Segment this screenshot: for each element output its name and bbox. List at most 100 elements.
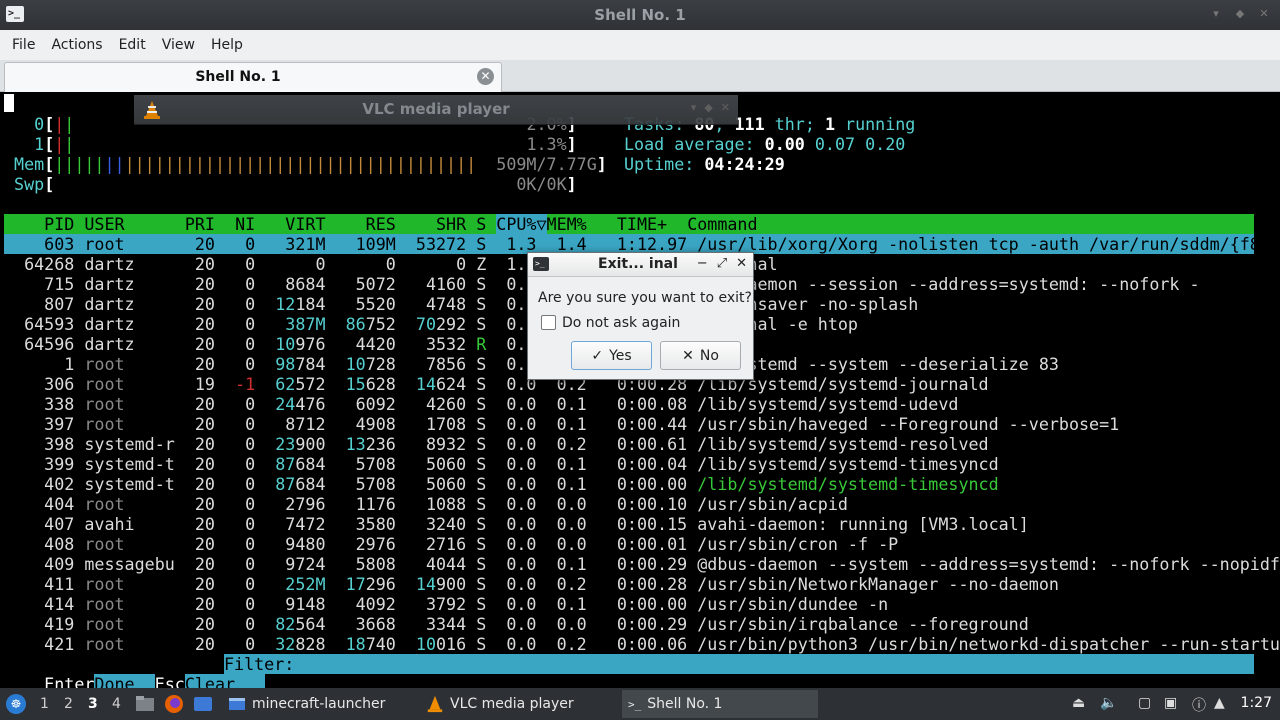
column-header-shr[interactable]: SHR: [406, 214, 476, 234]
table-row[interactable]: 409 messagebu 20 0 9724 5808 4044 S 0.0 …: [4, 554, 1280, 574]
table-row[interactable]: 419 root 20 0 82564 3668 3344 S 0.0 0.0 …: [4, 614, 1029, 634]
clock[interactable]: 1:27: [1241, 695, 1272, 711]
task-minecraft-launcher[interactable]: minecraft-launcher: [222, 690, 412, 718]
do-not-ask-checkbox[interactable]: [541, 315, 556, 330]
desktop-icon[interactable]: [192, 693, 214, 715]
cell-time: 0:00.00: [596, 474, 698, 494]
close-icon[interactable]: ✕: [1256, 6, 1272, 22]
terminal-area[interactable]: 0[|| 2.0%] 1[|| 1.3%] Mem[||||||||||||||…: [0, 92, 1280, 688]
vlc-close-icon[interactable]: ✕: [721, 101, 730, 114]
cell-res: 17296: [335, 574, 406, 594]
process-table-header[interactable]: PID USER PRI NI VIRT RES SHR S CPU%▽MEM%…: [4, 214, 1254, 234]
table-row[interactable]: 411 root 20 0 252M 17296 14900 S 0.0 0.2…: [4, 574, 1059, 594]
cell-virt: 9724: [265, 554, 336, 574]
filter-input[interactable]: Filter:: [224, 654, 1254, 674]
table-row[interactable]: 414 root 20 0 9148 4092 3792 S 0.0 0.1 0…: [4, 594, 888, 614]
dialog-titlebar[interactable]: >_ Exit... inal − ⤢ ✕: [528, 253, 753, 277]
column-header-pid[interactable]: PID: [4, 214, 84, 234]
dialog-close-icon[interactable]: ✕: [736, 256, 747, 271]
footer-esc-key: Esc: [154, 674, 185, 688]
workspace-3[interactable]: 3: [88, 696, 98, 712]
column-header-virt[interactable]: VIRT: [265, 214, 335, 234]
cell-time: 0:00.06: [596, 634, 698, 654]
cell-pri: 20: [184, 334, 226, 354]
cell-shr: 7856: [405, 354, 477, 374]
table-row[interactable]: 338 root 20 0 24476 6092 4260 S 0.0 0.1 …: [4, 394, 958, 414]
workspace-4[interactable]: 4: [112, 696, 121, 712]
task-shell[interactable]: >_ Shell No. 1: [622, 690, 818, 718]
tray-expand-icon[interactable]: ⏏: [1072, 695, 1085, 711]
table-row[interactable]: 402 systemd-t 20 0 87684 5708 5060 S 0.0…: [4, 474, 998, 494]
menu-actions[interactable]: Actions: [43, 30, 110, 60]
no-button[interactable]: ✕ No: [660, 341, 741, 370]
table-row[interactable]: 408 root 20 0 9480 2976 2716 S 0.0 0.0 0…: [4, 534, 898, 554]
cell-virt: 9148: [265, 594, 336, 614]
table-row[interactable]: 397 root 20 0 8712 4908 1708 S 0.0 0.1 0…: [4, 414, 1119, 434]
column-header-user[interactable]: USER: [84, 214, 184, 234]
maximize-icon[interactable]: ◆: [1232, 6, 1248, 22]
cell-virt: 98784: [265, 354, 336, 374]
column-header-time+[interactable]: TIME+: [607, 214, 687, 234]
volume-icon[interactable]: 🔈: [1100, 695, 1117, 711]
table-row-selected[interactable]: 603 root 20 0 321M 109M 53272 S 1.3 1.4 …: [4, 234, 1280, 254]
table-row[interactable]: 306 root 19 -1 62572 15628 14624 S 0.0 0…: [4, 374, 988, 394]
menu-file[interactable]: File: [4, 30, 43, 60]
task-vlc[interactable]: VLC media player: [420, 690, 616, 718]
column-header-command[interactable]: Command: [687, 214, 757, 234]
tab-shell-1[interactable]: Shell No. 1 ✕: [4, 62, 502, 92]
column-header-mem[interactable]: MEM%: [547, 214, 607, 234]
table-row[interactable]: 399 systemd-t 20 0 87684 5708 5060 S 0.0…: [4, 454, 998, 474]
cell-s: S: [476, 534, 497, 554]
tab-close-icon[interactable]: ✕: [477, 68, 494, 85]
workspace-1[interactable]: 1: [40, 696, 49, 712]
dialog-maximize-icon[interactable]: ⤢: [717, 256, 727, 271]
cell-cpu: 0.0: [496, 454, 547, 474]
column-header-s[interactable]: S: [476, 214, 496, 234]
cell-res: 109M: [335, 234, 406, 254]
network-icon[interactable]: ▣: [1164, 695, 1177, 711]
vlc-minimize-icon[interactable]: ▾: [691, 101, 697, 114]
table-row[interactable]: 407 avahi 20 0 7472 3580 3240 S 0.0 0.0 …: [4, 514, 1029, 534]
cell-cpu: 0.0: [496, 574, 547, 594]
cell-cmd: avahi-daemon: running [VM3.local]: [697, 514, 1029, 534]
cell-pid: 419: [4, 614, 85, 634]
cell-res: 3668: [335, 614, 406, 634]
vlc-window-titlebar[interactable]: VLC media player ▾ ◆ ✕: [134, 95, 738, 125]
column-header-pri[interactable]: PRI: [185, 214, 225, 234]
cell-mem: 0.1: [546, 474, 597, 494]
yes-button[interactable]: ✓ Yes: [571, 341, 652, 370]
start-menu-icon[interactable]: ☸: [6, 694, 26, 714]
cell-pid: 402: [4, 474, 85, 494]
window-titlebar[interactable]: >_ Shell No. 1 ▾ ◆ ✕: [0, 0, 1280, 30]
firefox-icon[interactable]: [163, 693, 185, 715]
notification-icon[interactable]: ⓘ: [1192, 695, 1206, 715]
check-icon: ✓: [591, 347, 604, 364]
column-header-res[interactable]: RES: [336, 214, 406, 234]
column-header-ni[interactable]: NI: [225, 214, 265, 234]
dialog-minimize-icon[interactable]: −: [697, 256, 708, 271]
cell-time: 0:00.04: [596, 454, 698, 474]
vlc-maximize-icon[interactable]: ◆: [704, 101, 712, 114]
menu-help[interactable]: Help: [203, 30, 251, 60]
vlc-cone-icon: [427, 695, 443, 713]
footer-done-action[interactable]: Done: [94, 674, 155, 688]
table-row[interactable]: 398 systemd-r 20 0 23900 13236 8932 S 0.…: [4, 434, 988, 454]
minimize-icon[interactable]: ▾: [1208, 6, 1224, 22]
table-row[interactable]: 404 root 20 0 2796 1176 1088 S 0.0 0.0 0…: [4, 494, 848, 514]
cell-s: S: [476, 354, 497, 374]
vlc-tray-icon[interactable]: ▲: [1214, 695, 1225, 711]
footer-clear-action[interactable]: Clear: [184, 674, 266, 688]
cell-ni: 0: [225, 534, 266, 554]
file-manager-icon[interactable]: [134, 693, 156, 715]
workspace-2[interactable]: 2: [64, 696, 73, 712]
menu-view[interactable]: View: [154, 30, 203, 60]
table-row[interactable]: 421 root 20 0 32828 18740 10016 S 0.0 0.…: [4, 634, 1280, 654]
cell-s: S: [476, 454, 497, 474]
do-not-ask-label[interactable]: Do not ask again: [562, 315, 680, 331]
column-header-cpu[interactable]: CPU%▽: [496, 214, 547, 234]
menu-edit[interactable]: Edit: [111, 30, 154, 60]
cell-cmd: /usr/sbin/haveged --Foreground --verbose…: [697, 414, 1120, 434]
clipboard-icon[interactable]: ▢: [1138, 695, 1151, 711]
table-row[interactable]: 807 dartz 20 0 12184 5520 4748 S 0.7 scr…: [4, 294, 918, 314]
cell-cpu: 0.0: [496, 394, 547, 414]
